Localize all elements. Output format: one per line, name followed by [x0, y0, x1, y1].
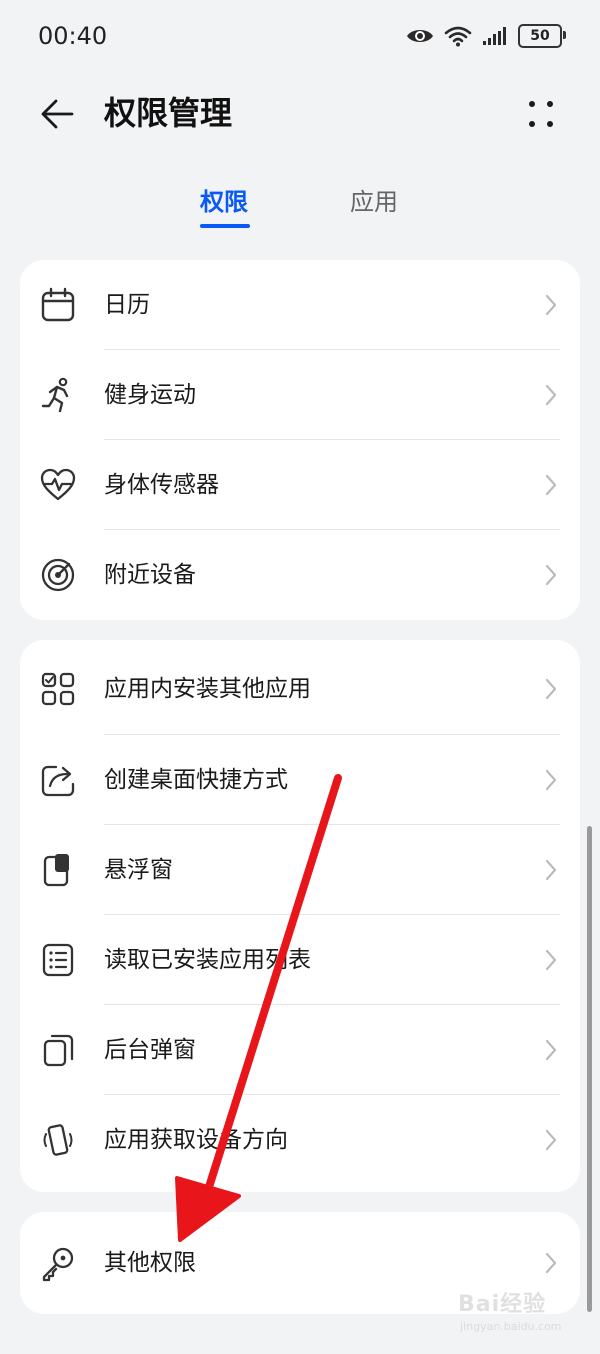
permission-row-device-orientation[interactable]: 应用获取设备方向 [20, 1095, 580, 1185]
battery-level: 50 [530, 28, 550, 44]
chevron-right-icon [545, 564, 557, 586]
back-button[interactable] [36, 92, 80, 136]
permission-label: 其他权限 [104, 1250, 196, 1276]
app-header: 权限管理 [0, 76, 600, 152]
radar-icon [41, 558, 75, 592]
tab-bar: 权限 应用 [0, 178, 600, 234]
permission-label: 身体传感器 [104, 472, 219, 498]
status-time: 00:40 [38, 22, 108, 50]
permission-label: 悬浮窗 [104, 857, 173, 883]
chevron-right-icon [545, 1039, 557, 1061]
calendar-icon [41, 287, 75, 322]
wifi-icon [444, 26, 472, 47]
permission-label: 读取已安装应用列表 [104, 947, 311, 973]
chevron-right-icon [545, 769, 557, 791]
permission-row-read-app-list[interactable]: 读取已安装应用列表 [20, 915, 580, 1005]
list-icon [42, 943, 74, 977]
permission-group-1: 日历 健身运动 身体传感器 附近设备 [20, 260, 580, 620]
permission-label: 后台弹窗 [104, 1037, 196, 1063]
permission-row-calendar[interactable]: 日历 [20, 260, 580, 350]
permission-label: 附近设备 [104, 562, 196, 588]
permission-row-nearby-devices[interactable]: 附近设备 [20, 530, 580, 620]
chevron-right-icon [545, 294, 557, 316]
tab-apps[interactable]: 应用 [350, 186, 398, 218]
chevron-right-icon [545, 678, 557, 700]
chevron-right-icon [545, 949, 557, 971]
permission-row-background-popup[interactable]: 后台弹窗 [20, 1005, 580, 1095]
watermark: Bai经验 jingyan.baidu.com [458, 1286, 576, 1342]
status-bar: 00:40 50 [0, 0, 600, 76]
chevron-right-icon [545, 1252, 557, 1274]
more-icon [529, 101, 553, 127]
key-icon [42, 1247, 74, 1282]
permission-label: 应用获取设备方向 [104, 1127, 288, 1153]
shortcut-icon [41, 765, 75, 797]
chevron-right-icon [545, 1129, 557, 1151]
battery-icon: 50 [518, 24, 566, 48]
tab-permissions[interactable]: 权限 [200, 186, 248, 218]
permission-label: 应用内安装其他应用 [104, 676, 311, 702]
background-popup-icon [43, 1034, 74, 1067]
more-options-button[interactable] [524, 94, 560, 134]
chevron-right-icon [545, 474, 557, 496]
permission-row-floating-window[interactable]: 悬浮窗 [20, 825, 580, 915]
chevron-right-icon [545, 859, 557, 881]
permission-row-desktop-shortcut[interactable]: 创建桌面快捷方式 [20, 735, 580, 825]
app-grid-icon [41, 672, 75, 706]
running-icon [41, 377, 69, 413]
permission-label: 创建桌面快捷方式 [104, 767, 288, 793]
status-icons: 50 [406, 24, 566, 48]
permission-label: 健身运动 [104, 382, 196, 408]
active-tab-indicator [200, 224, 250, 228]
permission-row-fitness[interactable]: 健身运动 [20, 350, 580, 440]
permission-group-2: 应用内安装其他应用 创建桌面快捷方式 悬浮窗 读取已安装应用列表 后台弹窗 应用… [20, 640, 580, 1192]
signal-icon [483, 27, 506, 45]
chevron-right-icon [545, 384, 557, 406]
permission-row-install-apps[interactable]: 应用内安装其他应用 [20, 640, 580, 735]
device-orientation-icon [43, 1124, 73, 1156]
permission-label: 日历 [104, 292, 150, 318]
arrow-left-icon [41, 99, 74, 129]
heartbeat-icon [40, 468, 76, 501]
permission-row-body-sensors[interactable]: 身体传感器 [20, 440, 580, 530]
watermark-domain: jingyan.baidu.com [460, 1320, 562, 1333]
watermark-brand: Bai经验 [458, 1292, 547, 1317]
floating-window-icon [43, 854, 69, 887]
scrollbar[interactable] [587, 826, 592, 1312]
eye-icon [407, 30, 433, 42]
page-title: 权限管理 [104, 94, 233, 132]
